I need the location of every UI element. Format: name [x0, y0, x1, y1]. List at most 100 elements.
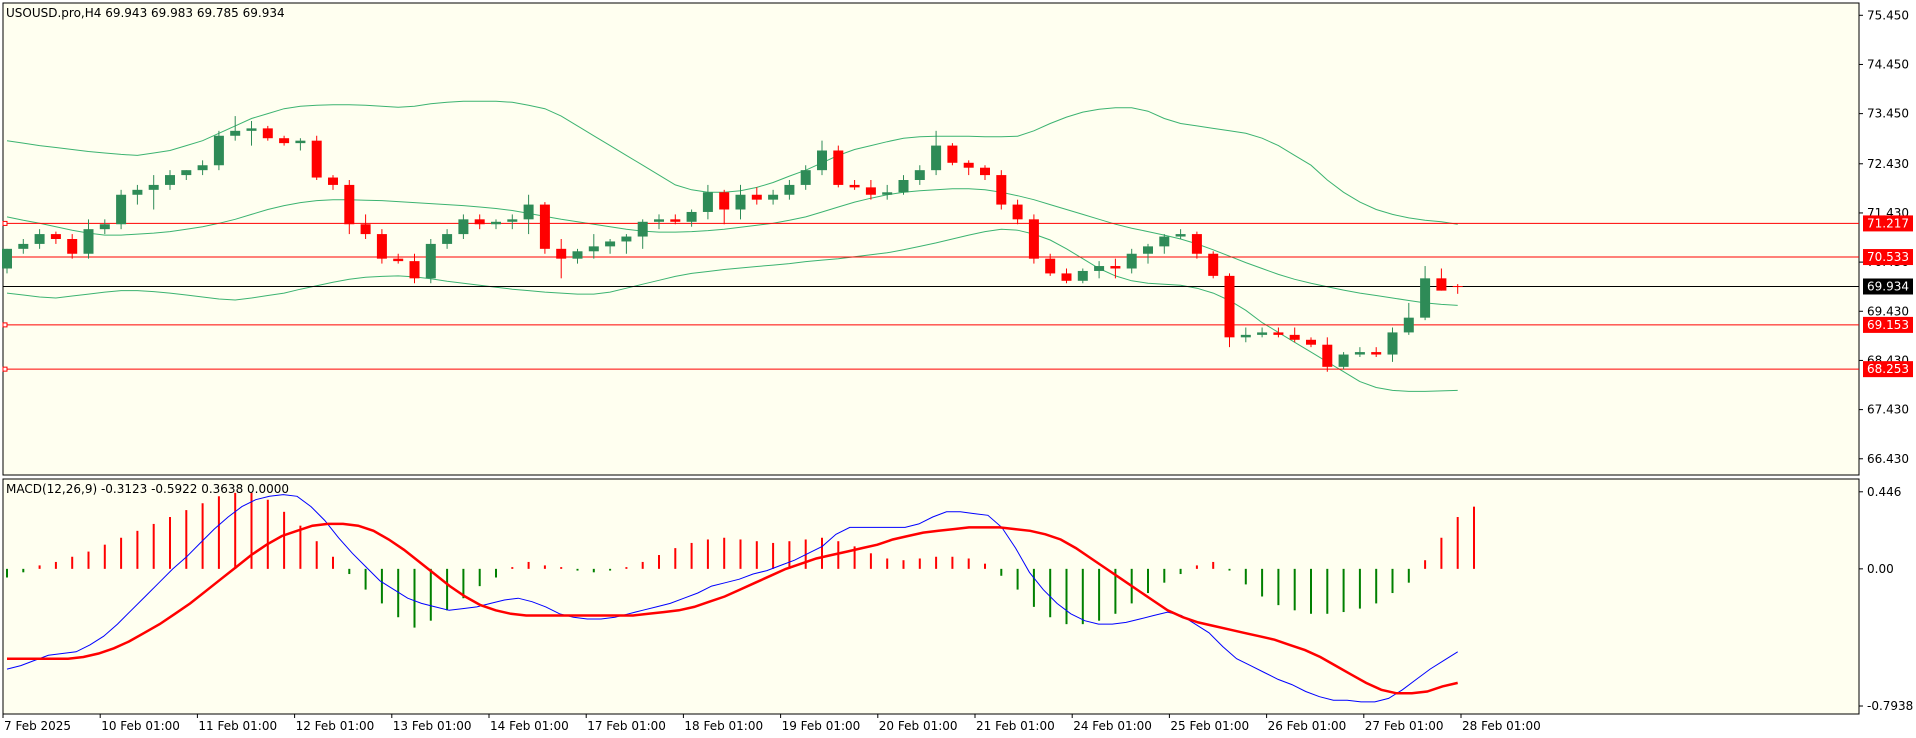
candle-body — [980, 167, 990, 176]
candle[interactable] — [425, 239, 436, 284]
candle-body — [246, 128, 257, 131]
time-axis-label: 28 Feb 01:00 — [1462, 719, 1541, 733]
candle-body — [344, 184, 355, 225]
candle-body — [1354, 352, 1365, 355]
candle-body — [18, 243, 29, 249]
candle[interactable] — [1224, 273, 1235, 348]
candle-body — [376, 234, 387, 259]
candle-body — [491, 221, 501, 225]
candle[interactable] — [1338, 352, 1349, 370]
candle-body — [311, 140, 322, 178]
candle-body — [1061, 273, 1072, 281]
candle[interactable] — [539, 202, 550, 254]
candle-body — [1028, 219, 1039, 259]
candle-body — [213, 135, 224, 166]
chart-header-title: USOUSD.pro,H4 69.943 69.983 69.785 69.93… — [6, 6, 285, 20]
candle-body — [654, 219, 664, 222]
candle[interactable] — [1028, 214, 1039, 264]
candle-body — [637, 221, 648, 237]
candle-body — [1436, 278, 1447, 291]
candle-body — [621, 236, 632, 242]
candle[interactable] — [1208, 251, 1219, 279]
current-price-label: 69.934 — [1867, 279, 1909, 293]
time-axis-label: 25 Feb 01:00 — [1170, 719, 1249, 733]
candle-body — [1110, 266, 1121, 269]
price-level-handle[interactable] — [2, 322, 8, 328]
candle-body — [914, 170, 925, 180]
macd-pane[interactable] — [2, 478, 1860, 715]
candle-body — [588, 246, 599, 252]
price-level-handle[interactable] — [2, 220, 8, 226]
candle-body — [523, 204, 534, 220]
time-axis-label: 21 Feb 01:00 — [976, 719, 1055, 733]
candle-body — [1289, 334, 1300, 340]
candle-body — [768, 194, 779, 200]
macd-axis-label: 0.446 — [1867, 485, 1901, 499]
candle-body — [34, 234, 45, 244]
price-axis-label: 75.450 — [1867, 8, 1909, 22]
candle-body — [947, 145, 958, 163]
candle-body — [686, 211, 697, 222]
candle-body — [474, 219, 485, 225]
candle-body — [393, 258, 404, 262]
candle-body — [865, 187, 876, 195]
candle-body — [849, 184, 860, 188]
candle-body — [1159, 236, 1170, 247]
candle[interactable] — [833, 145, 844, 188]
candle-body — [1322, 344, 1333, 367]
main-pane[interactable] — [2, 2, 1860, 476]
candle-body — [67, 239, 78, 254]
time-axis-label: 24 Feb 01:00 — [1073, 719, 1152, 733]
candle-body — [898, 180, 909, 193]
price-axis-label: 66.430 — [1867, 452, 1909, 466]
candle-body — [1452, 286, 1463, 288]
candle-body — [165, 175, 175, 185]
time-axis-label: 27 Feb 01:00 — [1365, 719, 1444, 733]
candle-body — [735, 194, 746, 210]
candle-body — [116, 194, 127, 225]
time-axis-label: 20 Feb 01:00 — [879, 719, 958, 733]
candle-body — [1094, 266, 1105, 271]
candle-body — [458, 219, 469, 235]
candle-body — [279, 138, 290, 144]
candle-body — [719, 192, 730, 210]
candle-body — [817, 150, 827, 171]
candle-body — [784, 184, 795, 195]
candle-body — [262, 128, 273, 139]
candle-body — [1257, 332, 1268, 335]
candle[interactable] — [996, 170, 1007, 210]
time-axis-label: 10 Feb 01:00 — [101, 719, 180, 733]
time-axis-label: 7 Feb 2025 — [4, 719, 71, 733]
candle-body — [1126, 253, 1137, 269]
price-level-handle[interactable] — [2, 366, 8, 372]
candle-body — [425, 243, 436, 279]
time-axis-label: 17 Feb 01:00 — [587, 719, 666, 733]
time-axis-label: 11 Feb 01:00 — [198, 719, 277, 733]
price-level-label: 71.217 — [1867, 216, 1909, 230]
candle-body — [751, 194, 762, 200]
price-level-label: 69.153 — [1867, 318, 1909, 332]
time-axis-label: 13 Feb 01:00 — [393, 719, 472, 733]
macd-axis-label: -0.7938 — [1867, 699, 1913, 713]
candle[interactable] — [213, 130, 224, 171]
candle-body — [50, 234, 61, 239]
candle-body — [1208, 253, 1219, 276]
candle[interactable] — [116, 189, 127, 230]
candle[interactable] — [311, 135, 322, 180]
trading-chart[interactable]: 75.45074.45073.45072.43071.43070.43069.4… — [0, 0, 1916, 738]
candle-body — [800, 170, 811, 185]
candle-body — [833, 150, 844, 185]
price-axis-label: 67.430 — [1867, 403, 1909, 417]
candle-body — [702, 192, 713, 212]
candle-body — [1420, 278, 1431, 318]
candle-body — [83, 229, 94, 254]
time-axis-label: 12 Feb 01:00 — [296, 719, 375, 733]
candle[interactable] — [947, 143, 958, 166]
candle-body — [539, 204, 550, 249]
price-axis-label: 72.430 — [1867, 157, 1909, 171]
candle-body — [197, 165, 208, 171]
candle-body — [1191, 234, 1202, 254]
candle[interactable] — [376, 229, 387, 264]
price-axis-label: 73.450 — [1867, 107, 1909, 121]
candle-body — [556, 248, 567, 259]
